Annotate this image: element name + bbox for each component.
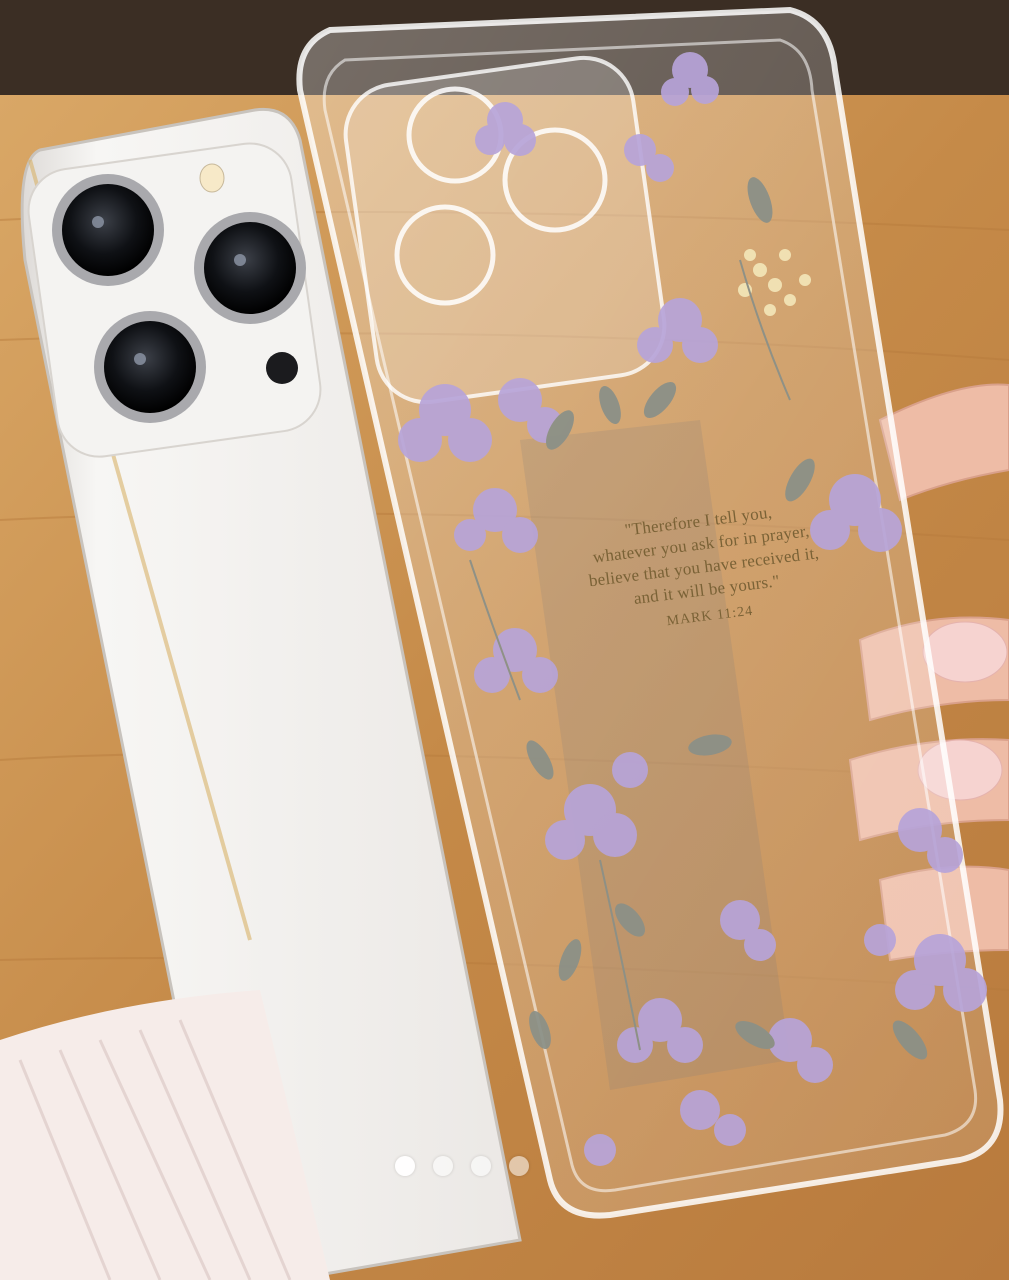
product-photo xyxy=(0,0,1009,1280)
carousel-dot-3[interactable] xyxy=(471,1156,491,1176)
carousel-dot-4[interactable] xyxy=(509,1156,529,1176)
carousel-dot-2[interactable] xyxy=(433,1156,453,1176)
product-image-stage: "Therefore I tell you, whatever you ask … xyxy=(0,0,1009,1280)
carousel-dot-1[interactable] xyxy=(395,1156,415,1176)
carousel-pagination xyxy=(395,1156,529,1176)
